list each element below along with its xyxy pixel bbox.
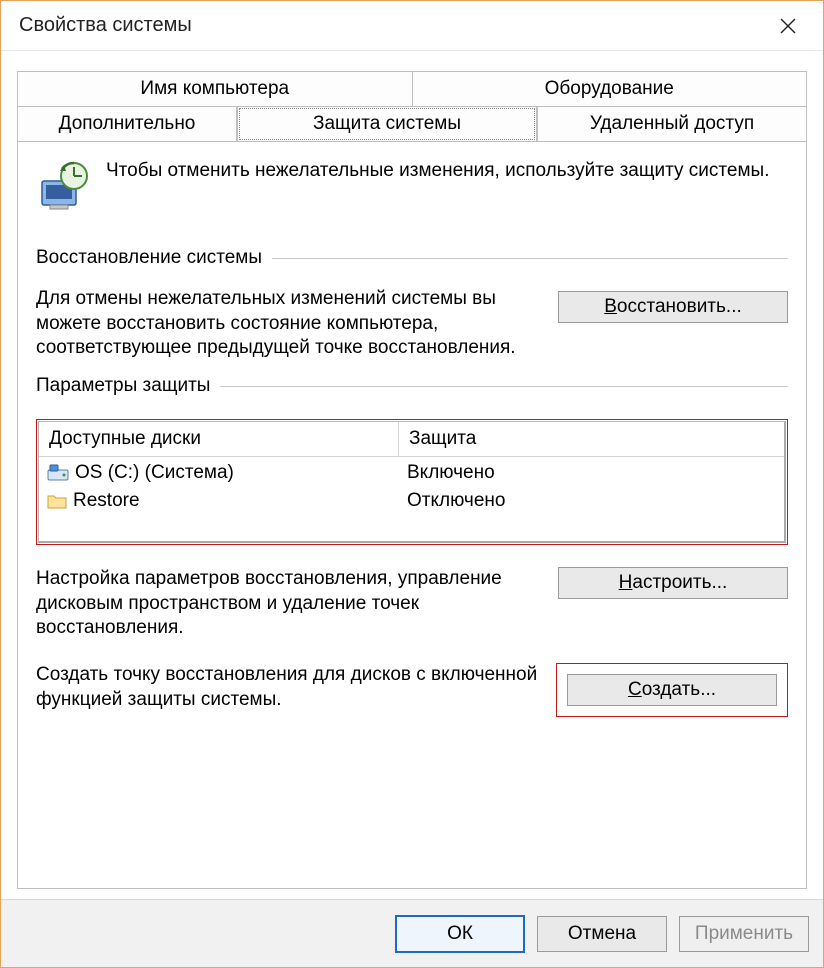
restore-description: Для отмены нежелательных изменений систе… bbox=[36, 287, 544, 361]
tab-panel-system-protection: Чтобы отменить нежелательные изменения, … bbox=[17, 141, 807, 889]
protection-table: Доступные диски Защита bbox=[38, 421, 786, 543]
drive-name: OS (C:) (Система) bbox=[75, 462, 234, 484]
create-row: Создать точку восстановления для дисков … bbox=[36, 663, 788, 717]
group-settings-legend-text: Параметры защиты bbox=[36, 375, 220, 396]
folder-icon bbox=[47, 493, 67, 509]
intro-row: Чтобы отменить нежелательные изменения, … bbox=[36, 159, 788, 215]
tab-remote[interactable]: Удаленный доступ bbox=[537, 106, 807, 142]
tab-computer-name[interactable]: Имя компьютера bbox=[17, 71, 412, 106]
group-restore-legend: Восстановление системы bbox=[36, 247, 788, 269]
cancel-button[interactable]: Отмена bbox=[537, 916, 667, 952]
titlebar: Свойства системы bbox=[1, 1, 823, 51]
tabs-row-2: Дополнительно Защита системы Удаленный д… bbox=[17, 106, 807, 142]
tab-hardware[interactable]: Оборудование bbox=[412, 71, 808, 106]
create-description: Создать точку восстановления для дисков … bbox=[36, 663, 542, 712]
window-title: Свойства системы bbox=[19, 14, 765, 37]
close-button[interactable] bbox=[765, 6, 811, 46]
column-header-drives[interactable]: Доступные диски bbox=[39, 422, 399, 456]
configure-description: Настройка параметров восстановления, упр… bbox=[36, 567, 544, 641]
ok-button[interactable]: ОК bbox=[395, 915, 525, 953]
drive-name: Restore bbox=[73, 490, 140, 512]
apply-button[interactable]: Применить bbox=[679, 916, 809, 952]
tab-system-protection[interactable]: Защита системы bbox=[237, 106, 537, 142]
column-header-protection[interactable]: Защита bbox=[399, 422, 784, 456]
drive-protection-status: Включено bbox=[399, 459, 784, 487]
restore-row: Для отмены нежелательных изменений систе… bbox=[36, 287, 788, 361]
close-icon bbox=[780, 18, 796, 34]
configure-row: Настройка параметров восстановления, упр… bbox=[36, 567, 788, 641]
system-properties-window: Свойства системы Имя компьютера Оборудов… bbox=[0, 0, 824, 968]
dialog-button-bar: ОК Отмена Применить bbox=[1, 899, 823, 967]
table-row[interactable]: OS (C:) (Система) Включено bbox=[39, 459, 784, 487]
intro-text: Чтобы отменить нежелательные изменения, … bbox=[106, 159, 769, 215]
protection-table-header: Доступные диски Защита bbox=[39, 422, 784, 457]
configure-button[interactable]: Настроить... bbox=[558, 567, 788, 599]
restore-button[interactable]: Восстановить... bbox=[558, 291, 788, 323]
drive-protection-status: Отключено bbox=[399, 487, 784, 515]
protection-table-highlight: Доступные диски Защита bbox=[36, 419, 788, 545]
tabs-row-1: Имя компьютера Оборудование bbox=[17, 71, 807, 106]
content-area: Имя компьютера Оборудование Дополнительн… bbox=[1, 51, 823, 899]
create-button[interactable]: Создать... bbox=[567, 674, 777, 706]
system-protection-icon bbox=[36, 159, 92, 215]
group-restore-legend-text: Восстановление системы bbox=[36, 247, 272, 268]
group-settings-legend: Параметры защиты bbox=[36, 375, 788, 397]
tab-advanced[interactable]: Дополнительно bbox=[17, 106, 237, 142]
create-button-highlight: Создать... bbox=[556, 663, 788, 717]
system-drive-icon bbox=[47, 464, 69, 482]
table-row[interactable]: Restore Отключено bbox=[39, 487, 784, 515]
